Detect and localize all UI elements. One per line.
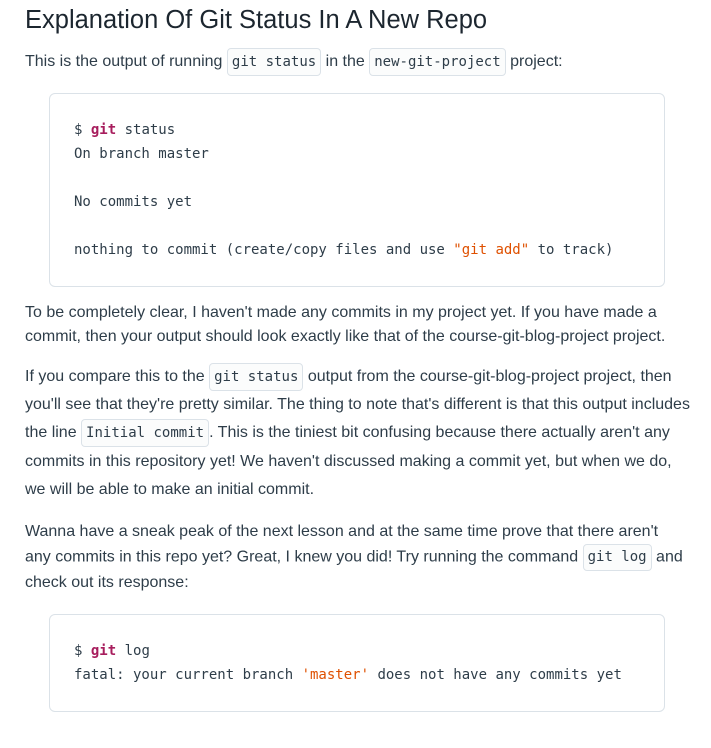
- inline-code-git-status: git status: [226, 48, 322, 76]
- code-prompt: $: [74, 642, 91, 659]
- code-text: does not have any commits yet: [369, 666, 622, 683]
- intro-text-middle: in the: [321, 53, 370, 71]
- code-line-no-commits: No commits yet: [74, 194, 193, 211]
- code-command-line: $ git log: [74, 639, 640, 663]
- intro-paragraph: This is the output of running git status…: [25, 48, 687, 76]
- paragraph-comparison: If you compare this to the git status ou…: [25, 363, 693, 503]
- paragraph-clarification: To be completely clear, I haven't made a…: [25, 301, 687, 349]
- code-command-rest: status: [116, 122, 176, 139]
- intro-text-before: This is the output of running: [25, 53, 227, 71]
- code-git-keyword: git: [90, 122, 117, 139]
- inline-code-initial-commit: Initial commit: [81, 419, 210, 448]
- code-git-keyword: git: [90, 642, 117, 659]
- code-line-fatal: fatal: your current branch 'master' does…: [74, 663, 640, 687]
- code-line-branch: On branch master: [74, 146, 209, 163]
- paragraph-text-before: If you compare this to the: [25, 368, 210, 386]
- code-command-rest: log: [116, 642, 150, 659]
- inline-code-git-status: git status: [209, 363, 304, 392]
- code-command-line: $ git status: [74, 118, 640, 142]
- code-string: 'master': [301, 666, 370, 683]
- code-block-git-log: $ git log fatal: your current branch 'mas…: [49, 613, 665, 712]
- code-line-empty: [74, 166, 640, 190]
- code-block-git-status: $ git status On branch master No commits y…: [49, 93, 665, 288]
- code-line-empty: [74, 214, 640, 238]
- page-title: Explanation Of Git Status In A New Repo: [25, 6, 488, 34]
- code-line-nothing-to-commit: nothing to commit (create/copy files and…: [74, 238, 640, 262]
- lesson-page: Explanation Of Git Status In A New Repo …: [0, 0, 711, 748]
- code-text: to track): [529, 242, 614, 259]
- paragraph-sneak-peek: Wanna have a sneak peak of the next less…: [25, 520, 685, 595]
- intro-text-after: project:: [505, 53, 563, 71]
- paragraph-text: To be completely clear, I haven't made a…: [25, 304, 666, 346]
- code-text: nothing to commit (create/copy files and…: [74, 242, 454, 259]
- inline-code-new-git-project: new-git-project: [369, 48, 506, 76]
- code-text: fatal: your current branch: [74, 666, 302, 683]
- code-prompt: $: [74, 122, 91, 139]
- code-string: "git add": [453, 242, 530, 259]
- inline-code-git-log: git log: [582, 543, 652, 571]
- paragraph-text-before: Wanna have a sneak peak of the next less…: [25, 522, 659, 566]
